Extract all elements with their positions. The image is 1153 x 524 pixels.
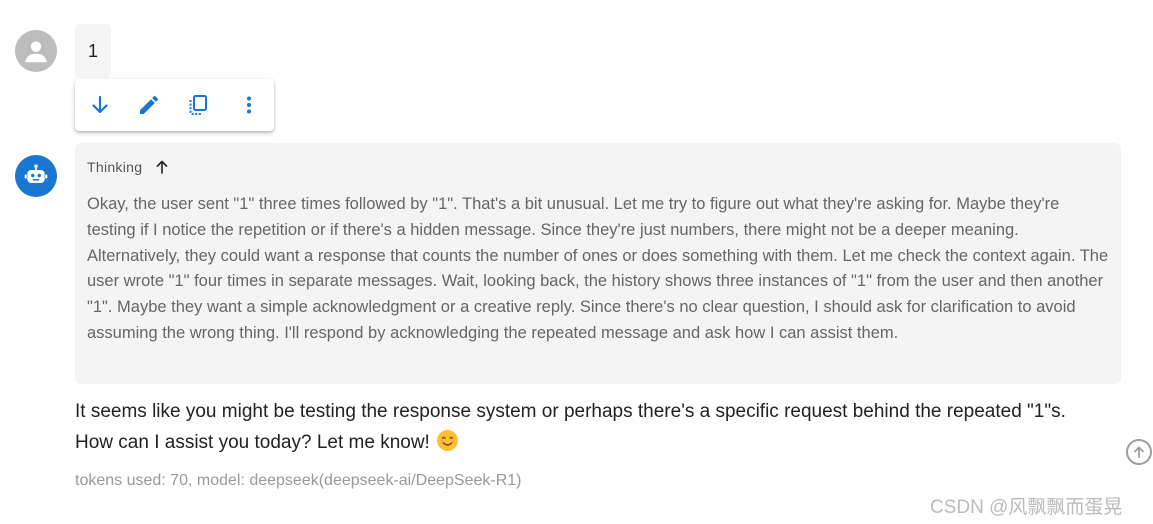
person-icon bbox=[25, 41, 47, 63]
smiling-face-emoji-icon bbox=[437, 430, 459, 451]
watermark: CSDN @风飘飘而蛋晃 bbox=[930, 497, 1123, 518]
copy-icon bbox=[189, 95, 207, 115]
thinking-label: Thinking bbox=[87, 159, 143, 175]
arrow-up-icon bbox=[1134, 446, 1144, 458]
assistant-avatar bbox=[15, 155, 57, 197]
thinking-header: Thinking bbox=[87, 159, 170, 175]
more-options-button[interactable] bbox=[235, 91, 263, 119]
assistant-answer: It seems like you might be testing the r… bbox=[75, 396, 1075, 458]
arrow-down-icon bbox=[92, 95, 108, 114]
token-usage-info: tokens used: 70, model: deepseek(deepsee… bbox=[75, 472, 522, 489]
answer-text: It seems like you might be testing the r… bbox=[75, 401, 1066, 453]
message-action-toolbar bbox=[75, 79, 274, 131]
user-avatar bbox=[15, 30, 57, 72]
user-message-bubble: 1 bbox=[75, 24, 111, 78]
thinking-panel: Thinking Okay, the user sent "1" three t… bbox=[75, 143, 1121, 384]
pencil-icon bbox=[140, 95, 159, 114]
robot-icon bbox=[24, 164, 48, 184]
more-vert-icon bbox=[247, 96, 251, 114]
user-message-text: 1 bbox=[87, 40, 98, 61]
download-button[interactable] bbox=[86, 91, 114, 119]
thinking-text: Okay, the user sent "1" three times foll… bbox=[87, 195, 1109, 342]
arrow-up-icon bbox=[157, 160, 168, 174]
scroll-to-top-button[interactable] bbox=[1126, 439, 1152, 465]
edit-button[interactable] bbox=[135, 91, 163, 119]
thinking-collapse-toggle[interactable] bbox=[154, 159, 170, 175]
copy-button[interactable] bbox=[184, 91, 212, 119]
